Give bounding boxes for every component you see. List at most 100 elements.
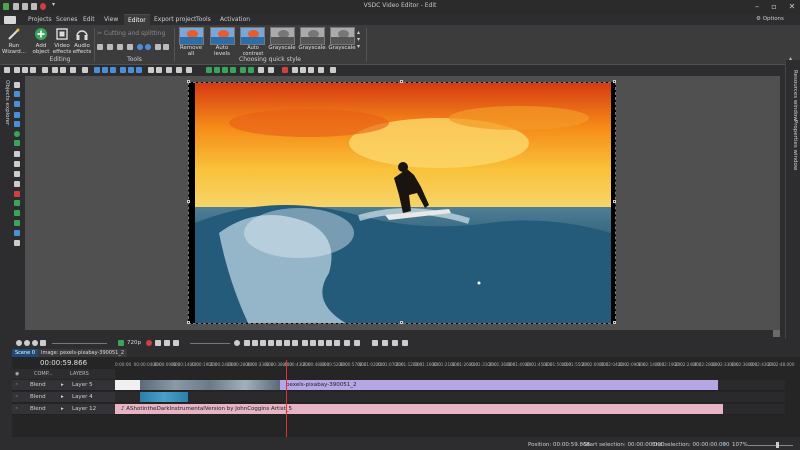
sprite-icon[interactable] bbox=[14, 191, 20, 197]
split-icon[interactable] bbox=[107, 44, 113, 50]
blend-mode[interactable]: Blend bbox=[30, 382, 46, 388]
stretch-icon[interactable] bbox=[127, 44, 133, 50]
tab-edit[interactable]: Edit bbox=[79, 14, 99, 25]
tab-activation[interactable]: Activation bbox=[216, 14, 254, 25]
track-lane[interactable]: pexels-pixabay-390051_2 bbox=[115, 380, 785, 391]
cutting-splitting-button[interactable]: ✂ Cutting and splitting bbox=[97, 30, 165, 37]
pause-icon[interactable] bbox=[268, 340, 274, 346]
dropdown-icon[interactable] bbox=[268, 67, 274, 73]
zoom-slider[interactable] bbox=[748, 445, 793, 446]
resources-window-tab[interactable]: Resources window bbox=[792, 70, 798, 121]
redo-icon[interactable] bbox=[145, 44, 151, 50]
audio-object-icon[interactable] bbox=[14, 112, 20, 118]
stop-icon[interactable] bbox=[244, 340, 250, 346]
image-object-icon[interactable] bbox=[14, 101, 20, 107]
minimize-icon[interactable]: – bbox=[751, 2, 763, 11]
quick-style-thumb[interactable] bbox=[270, 27, 295, 45]
speech-bubble-icon[interactable] bbox=[14, 171, 20, 177]
resize-handle[interactable] bbox=[613, 80, 616, 83]
subtitle-icon[interactable] bbox=[14, 161, 20, 167]
quick-style-thumb[interactable] bbox=[210, 27, 235, 45]
select-icon[interactable] bbox=[42, 67, 48, 73]
end-icon[interactable] bbox=[292, 340, 298, 346]
properties-window-tab[interactable]: Properties window bbox=[792, 120, 798, 170]
copy-icon[interactable] bbox=[14, 67, 20, 73]
move-down-icon[interactable] bbox=[214, 67, 220, 73]
resize-handle[interactable] bbox=[400, 321, 403, 324]
zoom-dropdown-icon[interactable] bbox=[40, 340, 46, 346]
snap-icon[interactable] bbox=[308, 67, 314, 73]
quick-style-thumb[interactable] bbox=[179, 27, 204, 45]
undo-icon[interactable] bbox=[137, 44, 143, 50]
zoom-out-icon[interactable] bbox=[24, 340, 30, 346]
lock-icon[interactable]: ▸ bbox=[61, 382, 64, 388]
marker-icon[interactable] bbox=[326, 340, 332, 346]
visibility-icon[interactable]: ◦ bbox=[15, 382, 18, 388]
shape-icon[interactable] bbox=[14, 121, 20, 127]
resize-handle[interactable] bbox=[400, 80, 403, 83]
marker-icon[interactable] bbox=[310, 340, 316, 346]
quick-style-thumb[interactable] bbox=[240, 27, 265, 45]
play-icon[interactable] bbox=[234, 340, 240, 346]
resize-handle[interactable] bbox=[187, 321, 190, 324]
loop-icon[interactable] bbox=[164, 340, 170, 346]
video-clip-thumbnails[interactable] bbox=[140, 380, 280, 390]
grid-icon[interactable] bbox=[82, 67, 88, 73]
maximize-icon[interactable]: ▫ bbox=[768, 2, 780, 11]
track-lane[interactable]: ♪ AShotintheDarkInstrumentalVersion by J… bbox=[115, 404, 785, 415]
tab-view[interactable]: View bbox=[100, 14, 122, 25]
layer-icon[interactable] bbox=[14, 220, 20, 226]
rewind-icon[interactable] bbox=[252, 340, 258, 346]
tab-projects[interactable]: Projects bbox=[24, 14, 56, 25]
audio-effects-button[interactable]: Audio effects bbox=[72, 27, 92, 55]
paste-icon[interactable] bbox=[22, 67, 28, 73]
quick-style-thumb[interactable] bbox=[300, 27, 325, 45]
layer-name[interactable]: Layer 12 bbox=[72, 406, 96, 412]
snapshot-icon[interactable] bbox=[155, 340, 161, 346]
snap-icon[interactable] bbox=[292, 67, 298, 73]
layer-name[interactable]: Layer 5 bbox=[72, 382, 93, 388]
options-button[interactable]: ⚙ Options bbox=[752, 14, 788, 25]
zoom-slider-thumb[interactable] bbox=[776, 442, 779, 448]
add-object-button[interactable]: Add object bbox=[30, 27, 52, 55]
objects-explorer-label[interactable]: Objects explorer bbox=[4, 80, 10, 125]
move-up-icon[interactable] bbox=[206, 67, 212, 73]
pointer-icon[interactable] bbox=[14, 82, 20, 88]
color-icon[interactable] bbox=[282, 67, 288, 73]
effects-icon[interactable] bbox=[14, 230, 20, 236]
arrow-icon[interactable] bbox=[240, 67, 246, 73]
visibility-icon[interactable]: ◉ bbox=[15, 369, 19, 379]
track-header[interactable]: ◦ Blend ▸ Layer 12 bbox=[12, 404, 115, 415]
distribute-icon[interactable] bbox=[148, 67, 154, 73]
resize-handle[interactable] bbox=[187, 200, 190, 203]
rotate-icon[interactable] bbox=[52, 67, 58, 73]
tab-scenes[interactable]: Scenes bbox=[52, 14, 81, 25]
record-icon[interactable] bbox=[146, 340, 152, 346]
layer-icon[interactable] bbox=[176, 67, 182, 73]
visibility-icon[interactable]: ◦ bbox=[15, 394, 18, 400]
main-menu-icon[interactable] bbox=[4, 16, 16, 24]
quick-style-scroll-icon[interactable]: ▴ ▾ ▾ bbox=[357, 29, 360, 50]
flip-icon[interactable] bbox=[60, 67, 66, 73]
speed-slider[interactable] bbox=[190, 343, 230, 344]
split-icon[interactable] bbox=[372, 340, 378, 346]
marker-icon[interactable] bbox=[318, 340, 324, 346]
split-icon[interactable] bbox=[402, 340, 408, 346]
text-icon[interactable] bbox=[70, 67, 76, 73]
rectangle-icon[interactable] bbox=[14, 140, 20, 146]
tab-editor[interactable]: Editor bbox=[124, 14, 150, 25]
snap-icon[interactable] bbox=[318, 67, 324, 73]
undo-icon[interactable] bbox=[173, 340, 179, 346]
close-icon[interactable]: ✕ bbox=[786, 2, 798, 11]
resize-handle[interactable] bbox=[613, 321, 616, 324]
resize-handle[interactable] bbox=[613, 200, 616, 203]
video-effects-button[interactable]: Video effects bbox=[52, 27, 72, 55]
align-middle-icon[interactable] bbox=[128, 67, 134, 73]
fast-forward-icon[interactable] bbox=[284, 340, 290, 346]
align-center-icon[interactable] bbox=[102, 67, 108, 73]
ellipse-icon[interactable] bbox=[14, 131, 20, 137]
layer-icon[interactable] bbox=[186, 67, 192, 73]
chart-icon[interactable] bbox=[14, 181, 20, 187]
lock-icon[interactable]: ▸ bbox=[61, 394, 64, 400]
visibility-icon[interactable]: ◦ bbox=[15, 406, 18, 412]
